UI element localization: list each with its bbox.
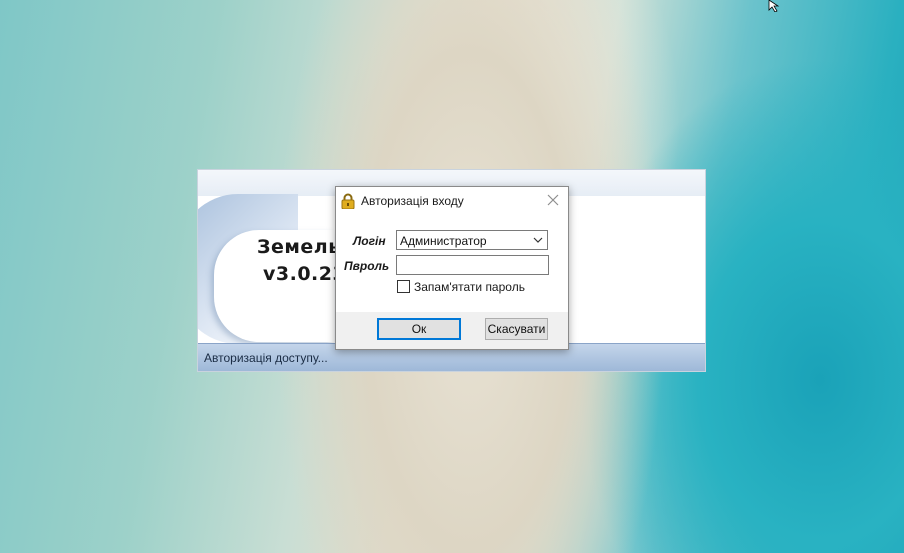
remember-checkbox[interactable] <box>397 280 410 293</box>
ok-button[interactable]: Ок <box>377 318 461 340</box>
chevron-down-icon <box>533 237 543 243</box>
remember-label[interactable]: Запам'ятати пароль <box>414 280 525 294</box>
splash-status-text: Авторизація доступу... <box>204 351 328 365</box>
dialog-title: Авторизація входу <box>361 194 464 208</box>
lock-icon <box>341 193 355 209</box>
login-label: Логін <box>353 234 386 248</box>
login-select[interactable]: Администратор <box>396 230 548 250</box>
dialog-body: Логін Администратор Пвроль Запам'ятати п… <box>336 214 568 314</box>
password-label: Пвроль <box>344 259 390 273</box>
cancel-button[interactable]: Скасувати <box>485 318 548 340</box>
dialog-titlebar[interactable]: Авторизація входу <box>336 187 568 214</box>
login-value: Администратор <box>400 234 487 248</box>
password-field[interactable] <box>396 255 549 275</box>
close-icon[interactable] <box>544 191 562 209</box>
mouse-cursor-icon <box>768 0 780 12</box>
login-dialog: Авторизація входу Логін Администратор Пв… <box>335 186 569 350</box>
splash-version: v3.0.23 <box>263 263 347 285</box>
